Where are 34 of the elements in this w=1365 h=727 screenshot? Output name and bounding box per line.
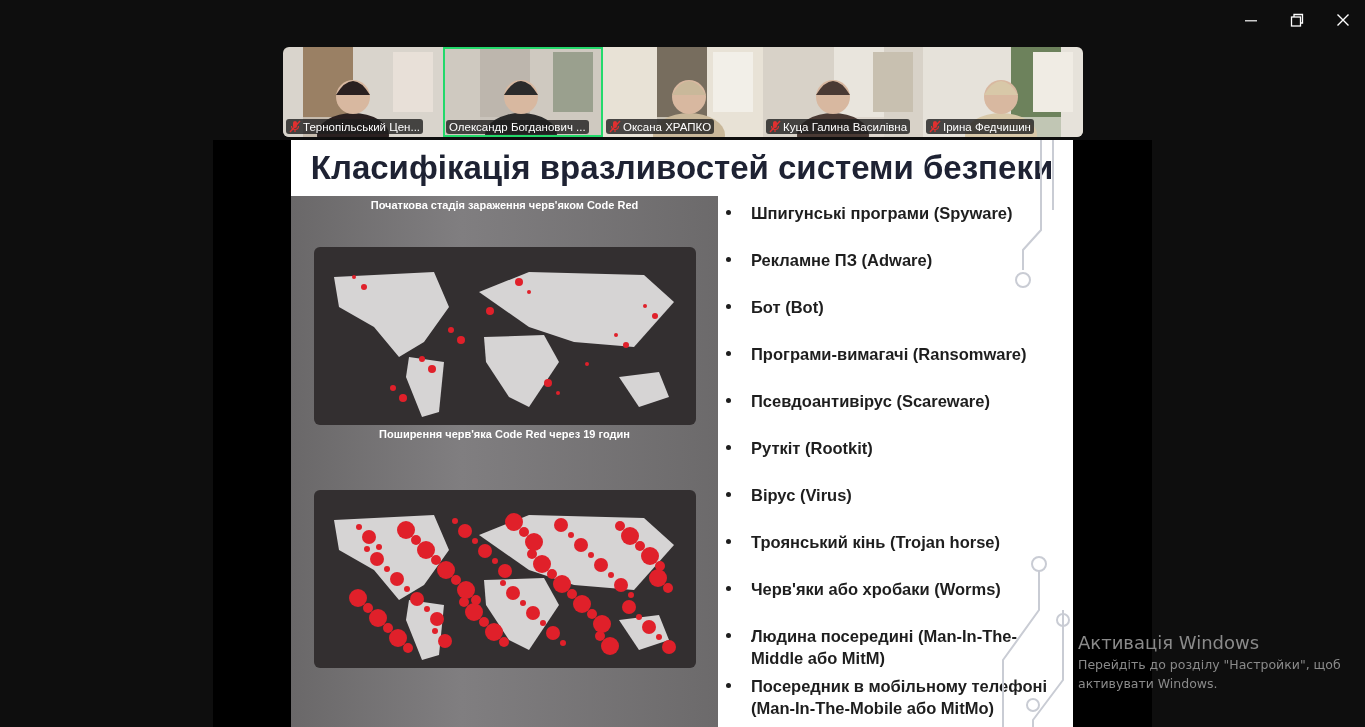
bullet-text: Бот (Bot) xyxy=(751,297,824,318)
bullet-text: Троянський кінь (Trojan horse) xyxy=(751,532,1000,553)
close-icon[interactable] xyxy=(1336,13,1350,27)
name-label: Тернопільський Цен... xyxy=(286,119,424,134)
name-label: Оксана ХРАПКО xyxy=(606,119,715,134)
bullet-icon xyxy=(726,539,731,544)
bullet-icon xyxy=(726,351,731,356)
bullet-icon xyxy=(726,492,731,497)
bullet-icon xyxy=(726,257,731,262)
bullet-text: Черв'яки або хробаки (Worms) xyxy=(751,579,1001,600)
bullet-text: Руткіт (Rootkit) xyxy=(751,438,873,459)
restore-icon[interactable] xyxy=(1290,13,1304,27)
bullet-text: Вірус (Virus) xyxy=(751,485,852,506)
bullet-icon xyxy=(726,210,731,215)
slide-title: Класифікація вразливостей системи безпеки xyxy=(309,148,1055,188)
bullet-icon xyxy=(726,683,731,688)
name-label: Ірина Федчишин xyxy=(926,119,1034,134)
bullet-text: Посередник в мобільному телефоні (Man-In-The-Mobile або MitMo) xyxy=(751,676,1049,719)
bullet-icon xyxy=(726,398,731,403)
bullet-text: Псевдоантивірус (Scareware) xyxy=(751,391,990,412)
activation-text: Перейдіть до розділу "Настройки", щоб активувати Windows. xyxy=(1078,656,1342,693)
bullet-icon xyxy=(726,586,731,591)
bullet-icon xyxy=(726,445,731,450)
bullet-icon xyxy=(726,304,731,309)
bullet-icon xyxy=(726,633,731,638)
bullet-text: Людина посередині (Man-In-The-Middle або MitM) xyxy=(751,626,1018,669)
figure-caption: Поширення черв'яка Code Red через 19 годин xyxy=(379,427,630,440)
activation-title: Активація Windows xyxy=(1078,632,1261,653)
bullet-text: Шпигунські програми (Spyware) xyxy=(751,203,1013,224)
figure-caption: Початкова стадія зараження черв'яком Code Red xyxy=(370,198,639,211)
name-label: Олександр Богданович ... xyxy=(446,120,589,134)
bullet-text: Рекламне ПЗ (Adware) xyxy=(751,250,933,271)
bullet-text: Програми-вимагачі (Ransomware) xyxy=(751,344,1027,365)
name-label: Куца Галина Василівна xyxy=(766,119,911,134)
